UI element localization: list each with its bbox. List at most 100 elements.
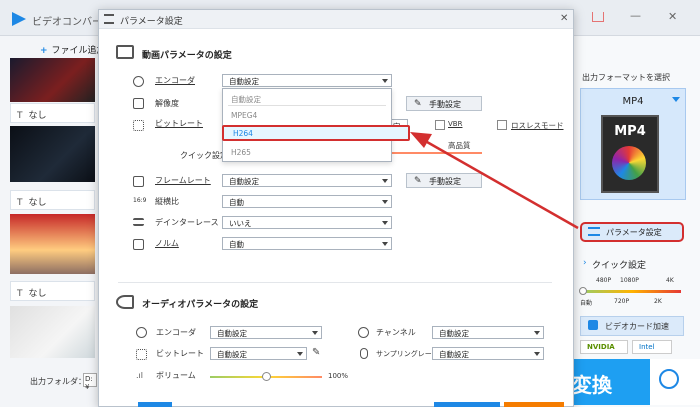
chevron-down-icon: [382, 221, 388, 225]
bitrate-icon: [133, 120, 144, 131]
subtitle-row[interactable]: T なし: [10, 281, 95, 301]
output-folder-label: 出力フォルダ：: [30, 377, 86, 386]
dialog-button-edge[interactable]: [504, 402, 564, 407]
manual-button-label: 手動設定: [429, 100, 461, 109]
sample-rate-select[interactable]: 自動設定: [432, 347, 544, 360]
encoder-option-h265[interactable]: H265: [231, 148, 251, 157]
deinterlace-label: デインターレース: [155, 218, 219, 227]
audio-bitrate-icon: [136, 349, 147, 360]
audio-bitrate-select[interactable]: 自動設定: [210, 347, 307, 360]
pencil-icon[interactable]: ✎: [312, 347, 320, 358]
sliders-icon: [588, 227, 600, 236]
cart-icon[interactable]: [592, 12, 604, 22]
text-icon: T: [17, 289, 23, 299]
microphone-icon: [360, 348, 368, 359]
high-quality-label: 高品質: [448, 141, 471, 150]
text-icon: T: [17, 198, 23, 208]
volume-label: ボリューム: [156, 371, 196, 380]
subtitle-value: なし: [28, 111, 47, 121]
vbr-checkbox[interactable]: [435, 120, 445, 130]
quick-tick: 1080P: [620, 277, 639, 284]
quick-setting-label: クイック設定: [180, 151, 228, 160]
lossless-label[interactable]: ロスレスモード: [511, 120, 564, 131]
channel-icon: [358, 327, 369, 338]
aspect-ratio-value: 自動: [229, 198, 244, 207]
format-name: MP4: [622, 96, 644, 107]
quick-tick: 2K: [654, 298, 662, 305]
pencil-icon: ✎: [414, 99, 422, 109]
vbr-label[interactable]: VBR: [448, 120, 462, 128]
chevron-down-icon: [382, 179, 388, 183]
channel-select[interactable]: 自動設定: [432, 326, 544, 339]
video-encoder-value: 自動設定: [229, 77, 259, 86]
subtitle-row[interactable]: T なし: [10, 190, 95, 210]
norm-label[interactable]: ノルム: [155, 238, 179, 249]
resolution-icon: [133, 98, 144, 109]
video-thumbnail[interactable]: [10, 306, 95, 358]
quick-settings-label: クイック設定: [592, 261, 647, 271]
volume-slider-handle[interactable]: [261, 372, 271, 381]
encoder-option-auto[interactable]: 自動設定: [231, 94, 261, 105]
video-thumbnail[interactable]: [10, 214, 95, 274]
intel-badge: Intel: [632, 340, 672, 354]
video-thumbnail[interactable]: [10, 58, 95, 102]
quick-slider-track[interactable]: [583, 290, 681, 293]
video-encoder-select[interactable]: 自動設定: [222, 74, 392, 87]
encoder-option-mpeg4[interactable]: MPEG4: [231, 111, 257, 120]
lossless-checkbox[interactable]: [497, 120, 507, 130]
film-icon: [133, 176, 144, 187]
pencil-icon: ✎: [414, 176, 422, 186]
aspect-ratio-select[interactable]: 自動: [222, 195, 392, 208]
sample-rate-label: サンプリングレート: [376, 350, 439, 358]
resolution-manual-button[interactable]: ✎ 手動設定: [406, 96, 482, 111]
chevron-down-icon[interactable]: [672, 97, 680, 102]
framerate-select[interactable]: 自動設定: [222, 174, 392, 187]
video-encoder-label[interactable]: エンコーダ: [155, 75, 195, 86]
chevron-down-icon: [382, 242, 388, 246]
output-format-label: 出力フォーマットを選択: [582, 73, 670, 82]
dialog-button-edge[interactable]: [434, 402, 500, 407]
subtitle-row[interactable]: T なし: [10, 103, 95, 123]
dialog-title: パラメータ設定: [120, 17, 183, 27]
framerate-value: 自動設定: [229, 177, 259, 186]
aspect-ratio-icon: 16:9: [133, 197, 147, 204]
audio-bitrate-value: 自動設定: [217, 350, 247, 359]
audio-encoder-label: エンコーダ: [156, 328, 196, 337]
norm-select[interactable]: 自動: [222, 237, 392, 250]
dialog-button-edge[interactable]: [138, 402, 172, 407]
resolution-label: 解像度: [155, 99, 179, 108]
quick-tick: 480P: [596, 277, 612, 284]
sample-rate-value: 自動設定: [439, 350, 469, 359]
balloon-icon: [612, 146, 646, 180]
chevron-down-icon: [312, 331, 318, 335]
framerate-label[interactable]: フレームレート: [155, 175, 211, 186]
aspect-ratio-label: 縦横比: [155, 197, 179, 206]
framerate-manual-button[interactable]: ✎ 手動設定: [406, 173, 482, 188]
norm-value: 自動: [229, 240, 244, 249]
quick-slider-handle[interactable]: [579, 287, 587, 295]
audio-section-title: オーディオパラメータの設定: [142, 300, 259, 310]
minimize-button[interactable]: —: [630, 9, 641, 22]
subtitle-value: なし: [28, 198, 47, 208]
gear-icon: [133, 76, 144, 87]
chevron-down-icon: [534, 331, 540, 335]
quality-slider-track[interactable]: [392, 152, 482, 154]
gpu-icon: [588, 320, 598, 330]
app-close-button[interactable]: ✕: [668, 10, 677, 23]
audio-encoder-value: 自動設定: [217, 329, 247, 338]
audio-encoder-select[interactable]: 自動設定: [210, 326, 322, 339]
video-bitrate-label[interactable]: ビットレート: [155, 118, 203, 129]
convert-button[interactable]: 変換: [572, 359, 650, 405]
deinterlace-value: いいえ: [229, 219, 252, 228]
video-thumbnail[interactable]: [10, 126, 95, 182]
add-file-button[interactable]: + ファイル追加: [40, 43, 106, 56]
chevron-down-icon: [534, 352, 540, 356]
volume-icon: .ıl: [136, 371, 143, 380]
plus-icon: +: [40, 46, 48, 56]
deinterlace-select[interactable]: いいえ: [222, 216, 392, 229]
manual-button-label: 手動設定: [429, 177, 461, 186]
dialog-close-button[interactable]: ✕: [560, 13, 568, 24]
channel-label: チャンネル: [376, 328, 416, 337]
settings-icon: [104, 14, 114, 24]
output-path-field[interactable]: D:¥: [83, 373, 97, 391]
